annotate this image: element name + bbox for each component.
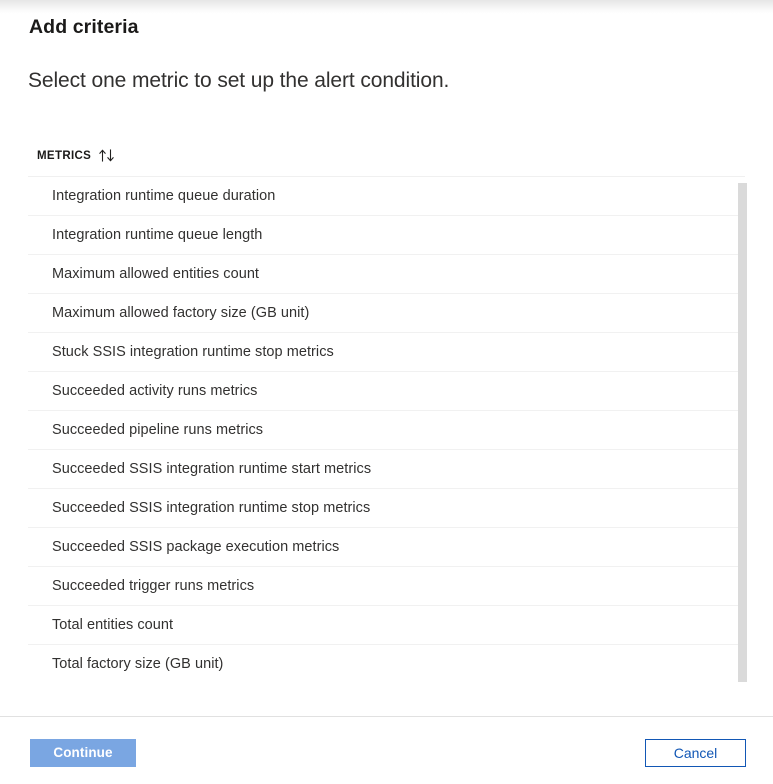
list-item-label: Maximum allowed factory size (GB unit) [52,305,310,321]
list-item-label: Total entities count [52,617,174,633]
metrics-list: Integration runtime queue duration Integr… [28,177,745,683]
list-item-label: Integration runtime queue length [52,227,263,243]
list-item[interactable]: Stuck SSIS integration runtime stop metr… [28,333,745,372]
metrics-column-header-sort[interactable]: METRICS [37,149,116,162]
list-item[interactable]: Maximum allowed entities count [28,255,745,294]
list-item-label: Succeeded SSIS package execution metrics [52,539,340,555]
list-item[interactable]: Maximum allowed factory size (GB unit) [28,294,745,333]
sort-ascending-descending-icon[interactable] [99,149,116,162]
metrics-list-scrollbar[interactable] [738,183,747,682]
footer-divider [0,716,773,717]
list-item-label: Succeeded SSIS integration runtime start… [52,461,372,477]
list-item-label: Succeeded activity runs metrics [52,383,258,399]
blade-top-gradient [0,0,773,14]
metrics-list-scrollbar-thumb[interactable] [738,183,747,682]
list-item-label: Succeeded trigger runs metrics [52,578,255,594]
list-item[interactable]: Succeeded trigger runs metrics [28,567,745,606]
list-item-label: Stuck SSIS integration runtime stop metr… [52,344,334,360]
metrics-list-scroll-container[interactable]: Integration runtime queue duration Integr… [28,176,745,683]
metrics-column-header-label: METRICS [37,149,92,162]
cancel-button[interactable]: Cancel [645,739,746,767]
list-item[interactable]: Succeeded SSIS package execution metrics [28,528,745,567]
list-item[interactable]: Succeeded pipeline runs metrics [28,411,745,450]
list-item[interactable]: Succeeded SSIS integration runtime stop … [28,489,745,528]
list-item[interactable]: Integration runtime queue length [28,216,745,255]
page-title: Add criteria [29,16,139,38]
continue-button[interactable]: Continue [30,739,136,767]
list-item[interactable]: Integration runtime queue duration [28,177,745,216]
list-item[interactable]: Total factory size (GB unit) [28,645,745,683]
list-item-label: Integration runtime queue duration [52,188,276,204]
list-item-label: Total factory size (GB unit) [52,656,224,672]
add-criteria-blade: Add criteria Select one metric to set up… [0,0,773,784]
list-item-label: Maximum allowed entities count [52,266,260,282]
list-item-label: Succeeded pipeline runs metrics [52,422,264,438]
list-item[interactable]: Succeeded SSIS integration runtime start… [28,450,745,489]
page-subtitle: Select one metric to set up the alert co… [28,69,450,92]
list-item[interactable]: Succeeded activity runs metrics [28,372,745,411]
list-item[interactable]: Total entities count [28,606,745,645]
list-item-label: Succeeded SSIS integration runtime stop … [52,500,371,516]
